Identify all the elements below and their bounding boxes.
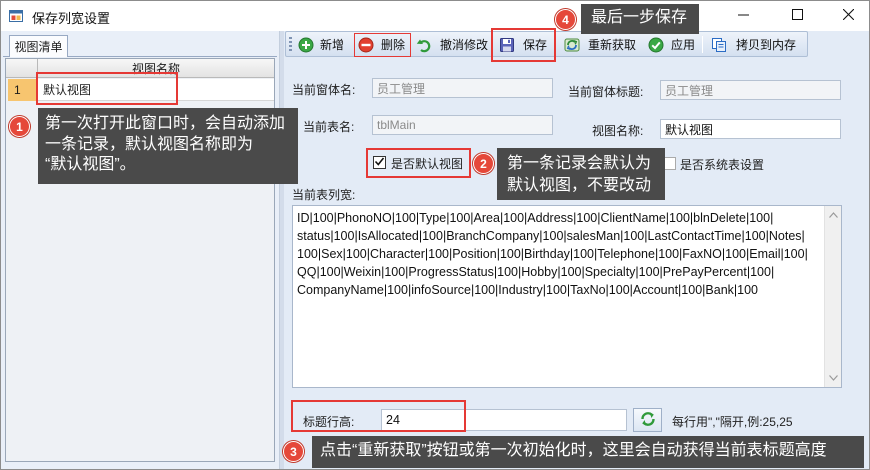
annotation-text: 第一条记录会默认为 bbox=[507, 155, 652, 172]
is-system-table-label[interactable]: 是否系统表设置 bbox=[680, 156, 764, 173]
refresh-button[interactable]: 重新获取 bbox=[561, 34, 636, 55]
undo-button[interactable]: 撤消修改 bbox=[413, 34, 488, 55]
annotation-text: “默认视图”。 bbox=[45, 156, 136, 173]
header-height-refresh-button[interactable] bbox=[633, 408, 662, 432]
tab-view-list[interactable]: 视图清单 bbox=[9, 35, 68, 57]
minimize-icon bbox=[737, 9, 749, 23]
title-bar: 保存列宽设置 bbox=[0, 0, 870, 31]
column-widths-text: ID|100|PhonoNO|100|Type|100|Area|100|Add… bbox=[297, 209, 823, 385]
annotation-text: 默认视图，不要改动 bbox=[507, 177, 652, 194]
header-height-hint: 每行用","隔开,例:25,25 bbox=[672, 415, 793, 429]
check-circle-icon bbox=[648, 37, 664, 53]
minimize-button[interactable] bbox=[720, 0, 766, 31]
column-widths-textarea[interactable]: ID|100|PhonoNO|100|Type|100|Area|100|Add… bbox=[292, 205, 842, 388]
copy-to-memory-button-label: 拷贝到内存 bbox=[736, 38, 797, 52]
delete-button[interactable]: 删除 bbox=[354, 34, 405, 55]
column-widths-line: ID|100|PhonoNO|100|Type|100|Area|100|Add… bbox=[297, 211, 774, 225]
column-widths-line: status|100|IsAllocated|100|BranchCompany… bbox=[297, 229, 805, 243]
column-widths-line: CompanyName|100|infoSource|100|Industry|… bbox=[297, 283, 759, 297]
annotation-text: 一条记录，默认视图名称即为 bbox=[45, 135, 254, 153]
header-height-label: 标题行高: bbox=[303, 415, 355, 429]
add-button[interactable]: 新增 bbox=[296, 34, 344, 55]
remove-circle-icon bbox=[358, 37, 374, 53]
scroll-up-arrow[interactable] bbox=[825, 207, 841, 223]
grid-row-index[interactable]: 1 bbox=[8, 79, 38, 101]
add-circle-icon bbox=[298, 37, 314, 53]
refresh-icon bbox=[564, 37, 580, 53]
refresh-button-label: 重新获取 bbox=[588, 38, 637, 52]
toolbar-separator bbox=[702, 36, 703, 53]
column-widths-line: 100|Sex|100|Character|100|Position|100|B… bbox=[297, 247, 808, 261]
undo-icon bbox=[416, 37, 432, 53]
copy-to-memory-button[interactable]: 拷贝到内存 bbox=[708, 34, 796, 55]
save-button-label: 保存 bbox=[523, 38, 548, 52]
copy-icon bbox=[711, 37, 727, 53]
annotation-badge-4: 4 bbox=[555, 9, 576, 30]
app-window-icon bbox=[9, 9, 23, 23]
grid-row-header-corner bbox=[6, 59, 38, 78]
form-name-field: 员工管理 bbox=[372, 78, 553, 98]
toolbar: 新增 删除 撤消修改 保存 重新获取 应用 拷贝到内存 bbox=[285, 31, 808, 57]
annotation-callout-1: 第一次打开此窗口时，会自动添加 一条记录，默认视图名称即为 “默认视图”。 bbox=[38, 108, 298, 184]
apply-button-label: 应用 bbox=[671, 38, 696, 52]
scroll-down-arrow[interactable] bbox=[825, 370, 841, 386]
panel-splitter[interactable] bbox=[279, 31, 284, 470]
checkmark-icon bbox=[374, 156, 385, 170]
refresh-arrows-icon bbox=[639, 410, 657, 431]
header-height-field[interactable]: 24 bbox=[381, 409, 627, 431]
save-button[interactable]: 保存 bbox=[496, 34, 547, 55]
form-name-label: 当前窗体名: bbox=[292, 83, 356, 97]
annotation-badge-1: 1 bbox=[9, 116, 30, 137]
column-widths-label: 当前表列宽: bbox=[292, 188, 356, 202]
close-icon bbox=[842, 8, 854, 23]
annotation-callout-2: 第一条记录会默认为 默认视图，不要改动 bbox=[497, 148, 665, 200]
is-default-view-checkbox[interactable] bbox=[373, 156, 386, 169]
is-default-view-label[interactable]: 是否默认视图 bbox=[391, 155, 463, 172]
apply-button[interactable]: 应用 bbox=[645, 34, 695, 55]
window-title: 保存列宽设置 bbox=[32, 11, 111, 26]
annotation-callout-3: 点击“重新获取”按钮或第一次初始化时，这里会自动获得当前表标题高度 bbox=[312, 436, 864, 468]
add-button-label: 新增 bbox=[320, 38, 345, 52]
grid-column-header-view-name[interactable]: 视图名称 bbox=[38, 59, 274, 78]
view-name-label: 视图名称: bbox=[592, 124, 644, 138]
annotation-callout-4: 最后一步保存 bbox=[581, 4, 699, 34]
view-name-field[interactable]: 默认视图 bbox=[660, 119, 841, 139]
form-title-field: 员工管理 bbox=[660, 80, 841, 100]
column-widths-line: QQ|100|Weixin|100|ProgressStatus|100|Hob… bbox=[297, 265, 775, 279]
annotation-badge-2: 2 bbox=[473, 153, 494, 174]
vertical-scrollbar[interactable] bbox=[824, 206, 841, 387]
table-name-field: tblMain bbox=[372, 115, 553, 135]
form-title-label: 当前窗体标题: bbox=[568, 85, 644, 99]
annotation-text: 点击“重新获取”按钮或第一次初始化时，这里会自动获得当前表标题高度 bbox=[320, 442, 827, 459]
maximize-button[interactable] bbox=[774, 0, 820, 31]
annotation-text: 最后一步保存 bbox=[591, 9, 688, 26]
floppy-disk-icon bbox=[499, 37, 515, 53]
close-button[interactable] bbox=[826, 0, 870, 31]
delete-button-label: 删除 bbox=[381, 38, 406, 52]
toolbar-grip[interactable] bbox=[289, 37, 292, 51]
annotation-text: 第一次打开此窗口时，会自动添加 bbox=[45, 115, 286, 132]
maximize-icon bbox=[791, 8, 803, 23]
annotation-badge-3: 3 bbox=[283, 441, 304, 462]
undo-button-label: 撤消修改 bbox=[440, 38, 489, 52]
grid-cell-view-name[interactable]: 默认视图 bbox=[38, 79, 274, 101]
table-name-label: 当前表名: bbox=[303, 120, 355, 134]
